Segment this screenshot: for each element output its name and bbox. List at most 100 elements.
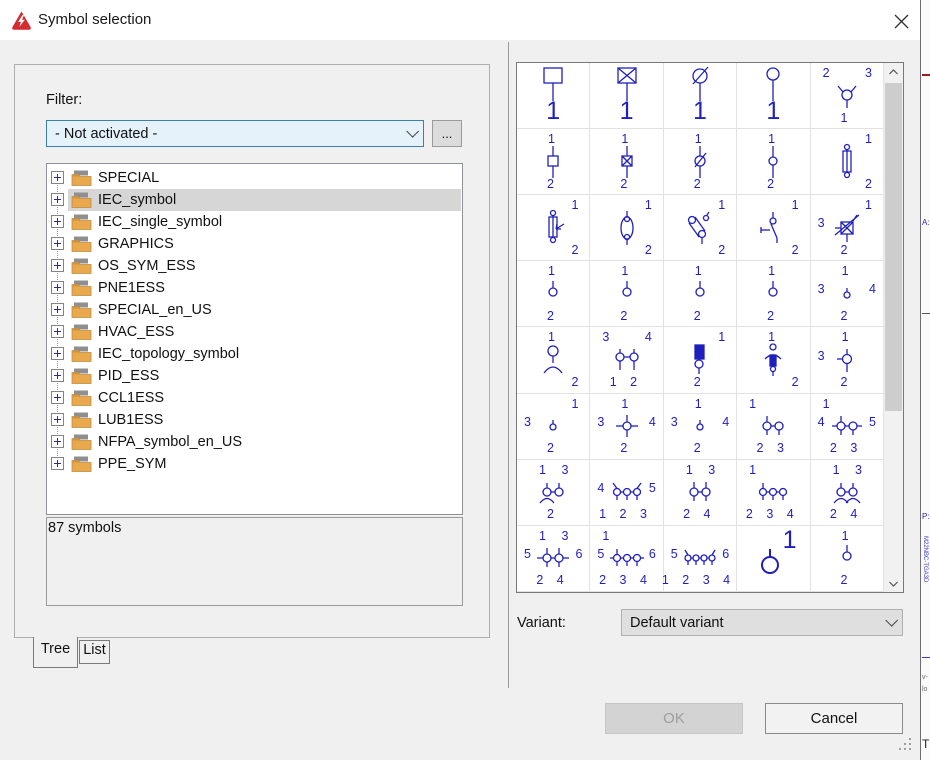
expand-plus-icon[interactable]: [51, 215, 64, 228]
folder-icon: [71, 412, 92, 433]
connection-point-label: 1: [571, 398, 578, 411]
symbol-cell-24[interactable]: 12: [737, 327, 810, 393]
tree-item-IEC_topology_symbol[interactable]: IEC_topology_symbol: [47, 343, 462, 365]
symbol-cell-31[interactable]: 1 32: [517, 460, 590, 526]
expand-plus-icon[interactable]: [51, 413, 64, 426]
connection-point-label: 4: [869, 283, 876, 296]
symbol-cell-33[interactable]: 1 32 4: [664, 460, 737, 526]
symbol-cell-20[interactable]: 3142: [811, 261, 884, 327]
symbol-cell-29[interactable]: 12 3: [737, 394, 810, 460]
symbol-cell-8[interactable]: 12: [664, 129, 737, 195]
tree-item-PPE_SYM[interactable]: PPE_SYM: [47, 453, 462, 475]
symbol-cell-34[interactable]: 12 3 4: [737, 460, 810, 526]
scrollbar-thumb[interactable]: [885, 83, 902, 411]
expand-plus-icon[interactable]: [51, 369, 64, 382]
symbol-cell-9[interactable]: 12: [737, 129, 810, 195]
symbol-cell-13[interactable]: 12: [664, 195, 737, 261]
symbol-cell-16[interactable]: 12: [517, 261, 590, 327]
connection-point-label: 1: [865, 133, 872, 146]
symbol-cell-27[interactable]: 3142: [590, 394, 663, 460]
symbol-cell-14[interactable]: 12: [737, 195, 810, 261]
symbol-cell-4[interactable]: 1: [737, 63, 810, 129]
symbol-cell-10[interactable]: 12: [811, 129, 884, 195]
tree-item-CCL1ESS[interactable]: CCL1ESS: [47, 387, 462, 409]
symbol-cell-36[interactable]: 51 362 4: [517, 526, 590, 592]
filter-combobox[interactable]: - Not activated -: [46, 120, 424, 147]
connection-point-label: 6: [722, 548, 729, 561]
symbol-cell-15[interactable]: 312: [811, 195, 884, 261]
symbol-cell-25[interactable]: 312: [811, 327, 884, 393]
symbol-cell-6[interactable]: 12: [517, 129, 590, 195]
close-button[interactable]: [886, 8, 916, 34]
symbol-cell-7[interactable]: 12: [590, 129, 663, 195]
expand-plus-icon[interactable]: [51, 171, 64, 184]
expand-plus-icon[interactable]: [51, 457, 64, 470]
expand-plus-icon[interactable]: [51, 325, 64, 338]
symbol-cell-26[interactable]: 312: [517, 394, 590, 460]
tree-item-HVAC_ESS[interactable]: HVAC_ESS: [47, 321, 462, 343]
connection-point-label: 1: [621, 133, 634, 146]
symbol-cell-12[interactable]: 12: [590, 195, 663, 261]
tab-list[interactable]: List: [79, 640, 110, 664]
resize-grip[interactable]: [897, 736, 913, 752]
close-icon: [894, 14, 909, 29]
scroll-up-button[interactable]: [884, 63, 903, 80]
expand-plus-icon[interactable]: [51, 435, 64, 448]
tree-item-SPECIAL_en_US[interactable]: SPECIAL_en_US: [47, 299, 462, 321]
symbol-cell-22[interactable]: 341 2: [590, 327, 663, 393]
symbol-cell-37[interactable]: 5162 3 4: [590, 526, 663, 592]
symbol-cell-35[interactable]: 1 32 4: [811, 460, 884, 526]
symbol-cell-40[interactable]: 12: [811, 526, 884, 592]
symbol-cell-39[interactable]: 1: [737, 526, 810, 592]
tree-item-IEC_symbol[interactable]: IEC_symbol: [47, 189, 462, 211]
tree-item-label: CCL1ESS: [98, 387, 164, 409]
expand-plus-icon[interactable]: [51, 303, 64, 316]
tree-item-GRAPHICS[interactable]: GRAPHICS: [47, 233, 462, 255]
symbol-cell-5[interactable]: 231: [811, 63, 884, 129]
symbol-grid-box: 1111231121212121212121212312121212123142…: [516, 62, 904, 593]
expand-plus-icon[interactable]: [51, 391, 64, 404]
three-circ-h3-glyph: [607, 538, 647, 578]
symbol-cell-23[interactable]: 12: [664, 327, 737, 393]
vertical-scrollbar[interactable]: [884, 63, 903, 592]
symbol-cell-18[interactable]: 12: [664, 261, 737, 327]
symbol-cell-11[interactable]: 12: [517, 195, 590, 261]
connection-point-label: 1 3: [539, 530, 574, 543]
expand-plus-icon[interactable]: [51, 193, 64, 206]
symbol-cell-21[interactable]: 12: [517, 327, 590, 393]
symbol-cell-30[interactable]: 4152 3: [811, 394, 884, 460]
connection-point-label: 2: [547, 508, 559, 521]
symbol-library-tree[interactable]: SPECIALIEC_symbolIEC_single_symbolGRAPHI…: [46, 163, 463, 515]
symbol-cell-1[interactable]: 1: [517, 63, 590, 129]
symbol-cell-32[interactable]: 451 2 3: [590, 460, 663, 526]
expand-plus-icon[interactable]: [51, 347, 64, 360]
tree-item-IEC_single_symbol[interactable]: IEC_single_symbol: [47, 211, 462, 233]
symbol-cell-28[interactable]: 3142: [664, 394, 737, 460]
switch-contact-glyph: [753, 208, 793, 248]
tree-item-LUB1ESS[interactable]: LUB1ESS: [47, 409, 462, 431]
expand-plus-icon[interactable]: [51, 281, 64, 294]
tree-item-OS_SYM_ESS[interactable]: OS_SYM_ESS: [47, 255, 462, 277]
symbol-cell-3[interactable]: 1: [664, 63, 737, 129]
tree-item-NFPA_symbol_en_US[interactable]: NFPA_symbol_en_US: [47, 431, 462, 453]
tree-item-PNE1ESS[interactable]: PNE1ESS: [47, 277, 462, 299]
symbol-cell-2[interactable]: 1: [590, 63, 663, 129]
connection-point-label: 2: [792, 244, 799, 257]
cancel-button[interactable]: Cancel: [765, 703, 903, 734]
tree-item-PID_ESS[interactable]: PID_ESS: [47, 365, 462, 387]
expand-plus-icon[interactable]: [51, 259, 64, 272]
connection-point-label: 1 2: [610, 376, 642, 389]
symbol-cell-17[interactable]: 12: [590, 261, 663, 327]
tree-item-label: IEC_topology_symbol: [98, 343, 239, 365]
symbol-cell-19[interactable]: 12: [737, 261, 810, 327]
tree-item-SPECIAL[interactable]: SPECIAL: [47, 167, 462, 189]
chevron-down-icon: [406, 125, 419, 138]
scroll-down-button[interactable]: [884, 575, 903, 592]
ok-button[interactable]: OK: [605, 703, 743, 734]
variant-combobox[interactable]: Default variant: [621, 609, 903, 636]
tab-tree[interactable]: Tree: [33, 637, 78, 668]
filter-browse-button[interactable]: ...: [432, 120, 462, 147]
variant-label: Variant:: [517, 615, 566, 631]
symbol-cell-38[interactable]: 561 2 3 4: [664, 526, 737, 592]
expand-plus-icon[interactable]: [51, 237, 64, 250]
